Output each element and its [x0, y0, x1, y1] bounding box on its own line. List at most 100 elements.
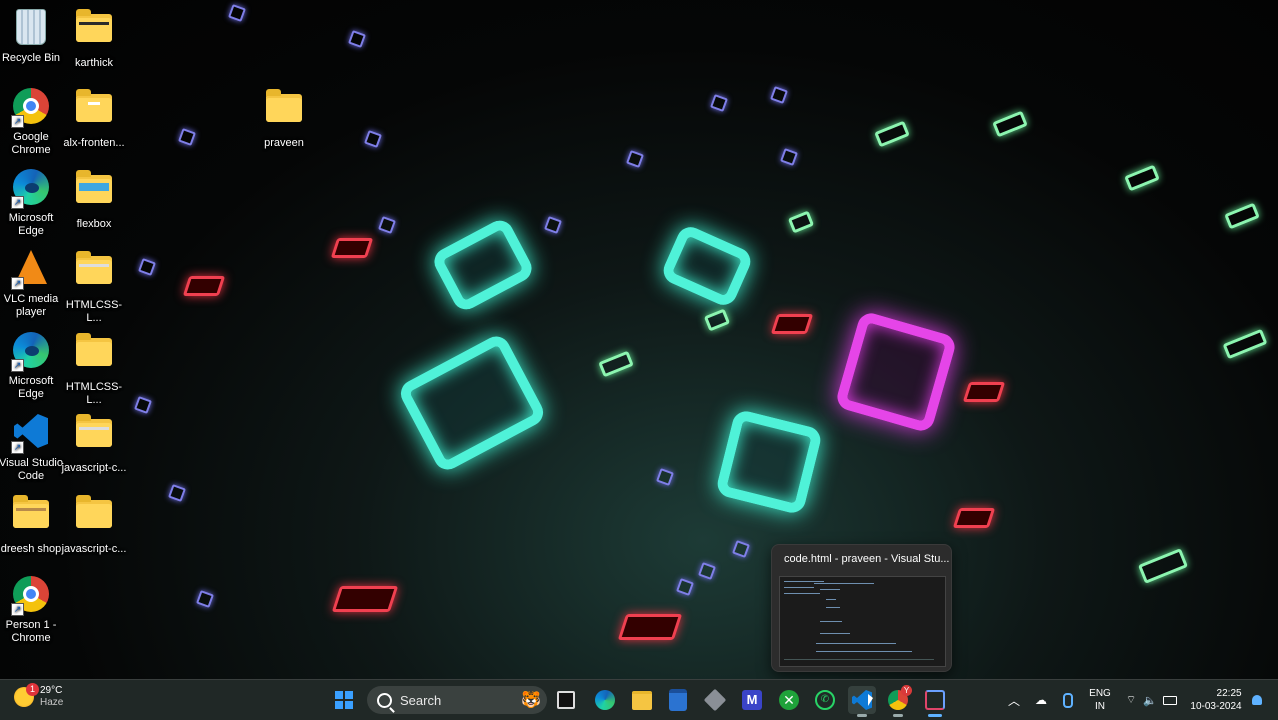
taskbar-edge[interactable]	[591, 686, 619, 714]
taskbar: 1 29°C Haze Search 🐯 M ✕ ✆ Y ︿ ☁ ENG IN …	[0, 679, 1278, 720]
wallpaper-dot	[228, 4, 246, 22]
wallpaper-dot	[656, 468, 674, 486]
wallpaper-red-block	[770, 314, 814, 334]
task-view-icon	[557, 691, 575, 709]
clock-time: 22:25	[1216, 688, 1242, 699]
taskbar-app-m[interactable]: M	[738, 686, 766, 714]
mouse-cursor-icon	[868, 694, 873, 706]
wallpaper-dot	[134, 396, 152, 414]
desktop-icon-recycle-bin[interactable]: Recycle Bin	[0, 6, 64, 65]
weather-condition: Haze	[40, 697, 64, 708]
desktop-icon-dreesh-shop[interactable]: dreesh shop	[0, 492, 64, 556]
desktop-icon-label: Person 1 - Chrome	[5, 619, 57, 644]
desktop-icon-google-chrome[interactable]: ↗ Google Chrome	[0, 86, 64, 157]
battery-icon	[1163, 695, 1177, 705]
desktop-icon-htmlcss-1[interactable]: HTMLCSS-L...	[61, 248, 127, 325]
wallpaper-red-block	[182, 276, 226, 296]
desktop-icon-microsoft-edge-2[interactable]: ↗ Microsoft Edge	[0, 330, 64, 401]
folder-icon	[74, 333, 114, 378]
desktop-icon-htmlcss-2[interactable]: HTMLCSS-L...	[61, 330, 127, 407]
chrome-icon: ↗	[11, 576, 51, 616]
recycle-bin-icon	[11, 9, 51, 49]
notifications-button[interactable]	[1248, 680, 1266, 720]
desktop-icon-label: Recycle Bin	[1, 52, 61, 64]
taskbar-vscode[interactable]	[848, 686, 876, 717]
desktop-icon-label: javascript-c...	[61, 543, 127, 555]
wallpaper-dot	[544, 216, 562, 234]
desktop-icon-label: HTMLCSS-L...	[65, 381, 123, 406]
m-app-icon: M	[742, 690, 762, 710]
desktop-icon-label: javascript-c...	[61, 462, 127, 474]
wallpaper-dot	[138, 258, 156, 276]
onedrive-button[interactable]: ☁	[1031, 680, 1051, 720]
taskbar-xbox[interactable]: ✕	[775, 686, 803, 714]
taskbar-store[interactable]	[664, 686, 692, 714]
desktop-icon-microsoft-edge[interactable]: ↗ Microsoft Edge	[0, 167, 64, 238]
windows-logo-icon	[335, 691, 353, 709]
desktop-icon-flexbox[interactable]: flexbox	[61, 167, 127, 231]
desktop-wallpaper	[0, 0, 1278, 680]
search-placeholder: Search	[400, 692, 442, 708]
wallpaper-dot	[710, 94, 728, 112]
wallpaper-dot	[732, 540, 750, 558]
wallpaper-green-block	[1124, 164, 1160, 192]
weather-widget[interactable]: 1 29°C Haze	[14, 683, 64, 709]
wallpaper-dot	[676, 578, 694, 596]
desktop-icon-label: HTMLCSS-L...	[65, 299, 123, 324]
wallpaper-cube	[659, 222, 755, 310]
desktop-icon-karthick[interactable]: karthick	[61, 6, 127, 70]
taskbar-file-explorer[interactable]	[628, 686, 656, 714]
desktop-icon-vscode[interactable]: ↗ Visual Studio Code	[0, 411, 64, 483]
wallpaper-red-block	[331, 586, 399, 612]
taskbar-chrome[interactable]: Y	[884, 685, 912, 717]
search-highlight-icon: 🐯	[521, 692, 541, 709]
search-icon	[377, 692, 392, 708]
edge-icon	[595, 690, 615, 710]
desktop-icon-label: Google Chrome	[11, 131, 51, 156]
vscode-window-preview[interactable]: code.html - praveen - Visual Stu...	[771, 544, 952, 672]
task-view-button[interactable]	[552, 686, 580, 714]
wifi-button[interactable]: ⌔	[1122, 680, 1140, 720]
desktop-icon-vlc[interactable]: ↗ VLC media player	[0, 248, 64, 319]
desktop-icon-label: alx-fronten...	[63, 137, 125, 149]
battery-button[interactable]	[1161, 680, 1179, 720]
microphone-icon	[1063, 692, 1073, 708]
bell-icon	[1252, 695, 1262, 705]
taskbar-whatsapp[interactable]: ✆	[811, 686, 839, 714]
clock-button[interactable]: 22:25 10-03-2024	[1186, 680, 1246, 720]
taskbar-search-box[interactable]: Search 🐯	[367, 686, 547, 714]
desktop-icon-label: VLC media player	[3, 293, 59, 318]
microphone-button[interactable]	[1058, 680, 1078, 720]
desktop-icon-label: dreesh shop	[0, 543, 62, 555]
wallpaper-dot	[698, 562, 716, 580]
weather-badge: 1	[26, 683, 39, 696]
wallpaper-dot	[168, 484, 186, 502]
language-region: IN	[1094, 701, 1105, 712]
wallpaper-dot	[348, 30, 366, 48]
language-indicator[interactable]: ENG IN	[1086, 680, 1114, 720]
wallpaper-green-block	[1222, 328, 1268, 360]
folder-icon	[74, 9, 114, 54]
start-button[interactable]	[330, 686, 358, 714]
desktop-icon-alx-frontend[interactable]: alx-fronten...	[61, 86, 127, 150]
volume-button[interactable]: 🔈	[1141, 680, 1159, 720]
wallpaper-dot	[178, 128, 196, 146]
wallpaper-green-block	[874, 120, 910, 148]
wallpaper-red-block	[617, 614, 683, 640]
taskbar-snipping-tool[interactable]	[921, 686, 949, 717]
wallpaper-red-block	[952, 508, 996, 528]
desktop-icon-javascript-1[interactable]: javascript-c...	[61, 411, 127, 475]
desktop-icon-praveen[interactable]: praveen	[251, 86, 317, 150]
folder-icon	[11, 495, 51, 540]
vlc-icon: ↗	[11, 250, 51, 290]
store-icon	[669, 689, 687, 711]
language-code: ENG	[1089, 688, 1111, 699]
desktop-icon-javascript-2[interactable]: javascript-c...	[61, 492, 127, 556]
wallpaper-green-block	[992, 110, 1028, 138]
wallpaper-red-block	[962, 382, 1006, 402]
taskbar-app-cube[interactable]	[701, 686, 729, 714]
desktop-icon-person1-chrome[interactable]: ↗ Person 1 - Chrome	[0, 574, 64, 645]
wallpaper-cube	[834, 310, 958, 434]
show-hidden-icons-button[interactable]: ︿	[1004, 680, 1024, 720]
file-explorer-icon	[632, 690, 652, 710]
